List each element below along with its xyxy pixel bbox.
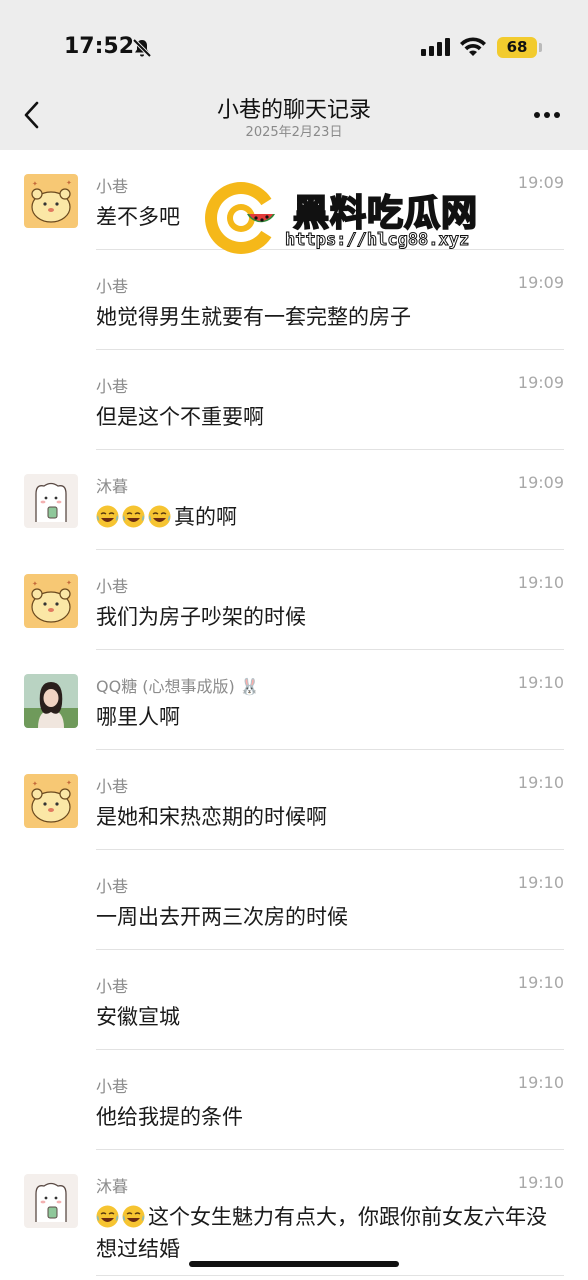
- message-time: 19:10: [517, 873, 564, 892]
- svg-text:✦: ✦: [66, 779, 72, 787]
- message-row[interactable]: ✦ ✦ 小巷 19:10 是她和宋热恋期的时候啊: [24, 750, 564, 850]
- white-bear-avatar[interactable]: [24, 1174, 78, 1228]
- message-time: 19:09: [517, 173, 564, 192]
- message-time: 19:10: [517, 1073, 564, 1092]
- message-text-container: 安徽宣城: [96, 1001, 564, 1033]
- chat-history-list[interactable]: ✦ ✦ 小巷 19:09 差不多吧 小巷 19:09 她觉得男生就要有一套完整的房子 小巷 19:…: [0, 150, 588, 1276]
- yellow-bear-avatar[interactable]: ✦ ✦: [24, 574, 78, 628]
- message-text: 这个女生魅力有点大，你跟你前女友六年没想过结婚: [96, 1205, 547, 1261]
- white-bear-avatar[interactable]: [24, 474, 78, 528]
- message-sender: 小巷: [96, 1077, 129, 1096]
- laughing-tears-emoji-icon: [96, 1205, 119, 1228]
- message-row[interactable]: 小巷 19:10 安徽宣城: [96, 950, 564, 1050]
- status-bar: 17:52 68: [0, 0, 588, 90]
- message-text: 一周出去开两三次房的时候: [96, 905, 348, 929]
- message-text: 但是这个不重要啊: [96, 405, 264, 429]
- message-text: 她觉得男生就要有一套完整的房子: [96, 305, 411, 329]
- message-sender: 小巷: [96, 977, 129, 996]
- svg-text:✦: ✦: [66, 579, 72, 587]
- laughing-tears-emoji-icon: [122, 1205, 145, 1228]
- watermark-url: https://hlcg88.xyz: [284, 230, 470, 251]
- battery-cap: [539, 43, 542, 52]
- page-subtitle: 2025年2月23日: [245, 125, 343, 140]
- message-sender: 小巷: [96, 577, 129, 596]
- more-options-icon[interactable]: [533, 111, 561, 119]
- photo-avatar[interactable]: [24, 674, 78, 728]
- message-time: 19:09: [517, 473, 564, 492]
- message-time: 19:10: [517, 773, 564, 792]
- watermark-logo-icon: [205, 182, 279, 254]
- laughing-tears-emoji-icon: [122, 505, 145, 528]
- watermark-title: 黑料吃瓜网: [292, 192, 479, 235]
- message-text-container: 一周出去开两三次房的时候: [96, 901, 564, 933]
- message-row[interactable]: 沐暮 19:09 真的啊: [24, 450, 564, 550]
- message-text: 他给我提的条件: [96, 1105, 243, 1129]
- wifi-icon: [460, 37, 486, 56]
- message-sender: 小巷: [96, 777, 129, 796]
- svg-text:✦: ✦: [32, 180, 38, 188]
- message-text: 安徽宣城: [96, 1005, 180, 1029]
- message-sender: 小巷: [96, 877, 129, 896]
- message-text-container: 但是这个不重要啊: [96, 401, 564, 433]
- watermark: 黑料吃瓜网 https://hlcg88.xyz: [203, 180, 493, 260]
- message-text: 差不多吧: [96, 205, 180, 229]
- battery-indicator: 68: [497, 37, 537, 58]
- message-text-container: 我们为房子吵架的时候: [96, 601, 564, 633]
- message-time: 19:10: [517, 1173, 564, 1192]
- message-row[interactable]: ✦ ✦ 小巷 19:10 我们为房子吵架的时候: [24, 550, 564, 650]
- message-time: 19:10: [517, 973, 564, 992]
- message-text: 我们为房子吵架的时候: [96, 605, 306, 629]
- message-sender: 小巷: [96, 377, 129, 396]
- message-time: 19:10: [517, 673, 564, 692]
- message-sender: QQ糖 (心想事成版) 🐰: [96, 677, 260, 696]
- message-text-container: 真的啊: [96, 501, 564, 533]
- message-row[interactable]: 小巷 19:10 一周出去开两三次房的时候: [96, 850, 564, 950]
- message-sender: 沐暮: [96, 1177, 129, 1196]
- message-text-container: 她觉得男生就要有一套完整的房子: [96, 301, 564, 333]
- message-text: 真的啊: [174, 505, 237, 529]
- message-row[interactable]: 小巷 19:10 他给我提的条件: [96, 1050, 564, 1150]
- yellow-bear-avatar[interactable]: ✦ ✦: [24, 774, 78, 828]
- message-time: 19:10: [517, 573, 564, 592]
- svg-text:✦: ✦: [66, 179, 72, 187]
- message-text-container: 这个女生魅力有点大，你跟你前女友六年没想过结婚: [96, 1201, 564, 1265]
- message-row[interactable]: 小巷 19:09 但是这个不重要啊: [96, 350, 564, 450]
- message-sender: 小巷: [96, 277, 129, 296]
- message-text-container: 是她和宋热恋期的时候啊: [96, 801, 564, 833]
- message-time: 19:09: [517, 273, 564, 292]
- message-row[interactable]: 小巷 19:09 她觉得男生就要有一套完整的房子: [96, 250, 564, 350]
- mute-bell-icon: [132, 38, 152, 58]
- message-row[interactable]: 沐暮 19:10 这个女生魅力有点大，你跟你前女友六年没想过结婚: [24, 1150, 564, 1276]
- cellular-signal-icon: [421, 38, 450, 56]
- message-text-container: 他给我提的条件: [96, 1101, 564, 1133]
- laughing-tears-emoji-icon: [148, 505, 171, 528]
- message-row[interactable]: QQ糖 (心想事成版) 🐰 19:10 哪里人啊: [24, 650, 564, 750]
- svg-text:✦: ✦: [32, 780, 38, 788]
- message-sender: 沐暮: [96, 477, 129, 496]
- status-time: 17:52: [64, 34, 135, 59]
- laughing-tears-emoji-icon: [96, 505, 119, 528]
- message-text: 是她和宋热恋期的时候啊: [96, 805, 327, 829]
- header: 17:52 68 小巷的聊天记录 2025年2月23日: [0, 0, 588, 150]
- svg-text:✦: ✦: [32, 580, 38, 588]
- message-text-container: 哪里人啊: [96, 701, 564, 733]
- home-indicator[interactable]: [189, 1261, 399, 1267]
- page-title: 小巷的聊天记录: [216, 98, 371, 123]
- message-time: 19:09: [517, 373, 564, 392]
- message-text: 哪里人啊: [96, 705, 180, 729]
- yellow-bear-avatar[interactable]: ✦ ✦: [24, 174, 78, 228]
- message-sender: 小巷: [96, 177, 129, 196]
